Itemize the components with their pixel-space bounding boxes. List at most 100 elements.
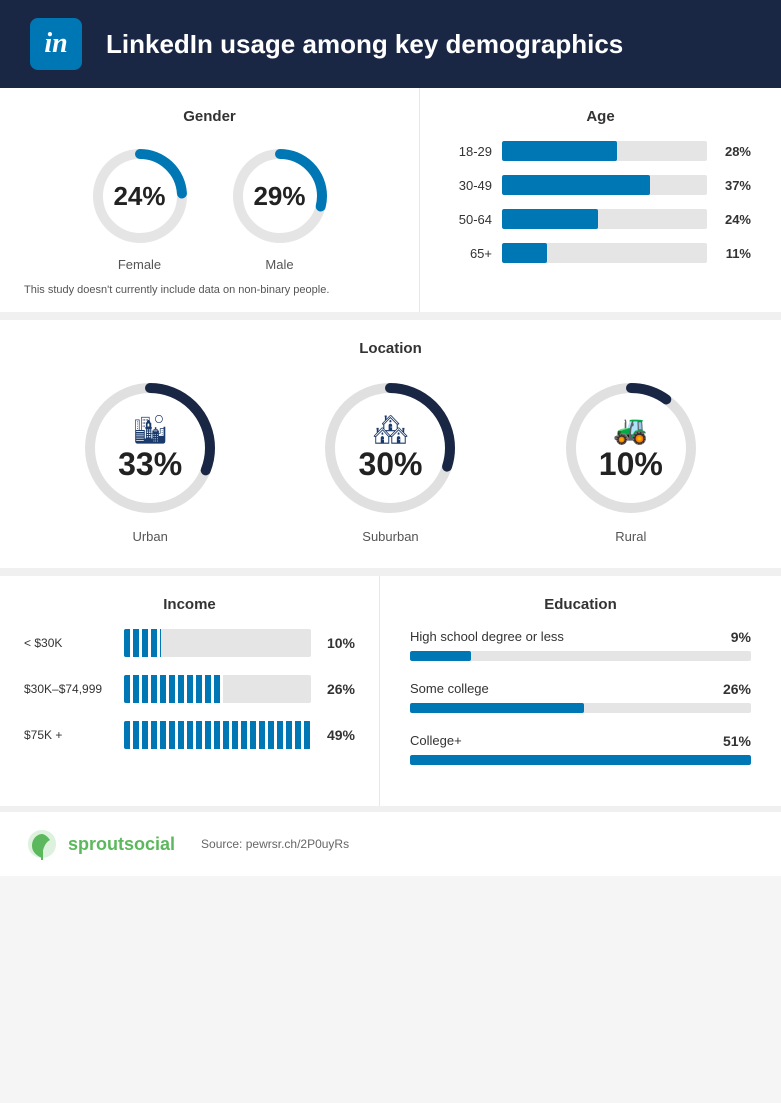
age-bars: 18-29 28% 30-49 37% 50-64 (450, 141, 751, 263)
income-row-75k: $75K + 49% (24, 721, 355, 749)
edu-header-college: Some college 26% (410, 681, 751, 697)
page-header: in LinkedIn usage among key demographics (0, 0, 781, 88)
page-title: LinkedIn usage among key demographics (106, 29, 623, 60)
income-label-75k: $75K + (24, 728, 114, 742)
location-title: Location (30, 340, 751, 357)
age-fill-3049 (502, 175, 650, 195)
age-track-3049 (502, 175, 707, 195)
sprout-logo: sproutsocial (24, 826, 175, 862)
male-donut: 29% (225, 141, 335, 251)
male-label: Male (265, 257, 293, 272)
edu-row-college: Some college 26% (410, 681, 751, 713)
page-footer: sproutsocial Source: pewrsr.ch/2P0uyRs (0, 806, 781, 876)
main-content: Gender 24% Female (0, 88, 781, 806)
edu-track-collegeplus (410, 755, 751, 765)
urban-pct: 33% (118, 448, 182, 480)
income-row-74k: $30K–$74,999 26% (24, 675, 355, 703)
sprout-brand-text: sproutsocial (68, 834, 175, 855)
edu-row-hs: High school degree or less 9% (410, 629, 751, 661)
income-fill-75k (124, 721, 311, 749)
edu-label-hs: High school degree or less (410, 629, 564, 645)
age-bar-row-5064: 50-64 24% (450, 209, 751, 229)
age-bar-row-3049: 30-49 37% (450, 175, 751, 195)
male-pct: 29% (253, 183, 305, 209)
edu-fill-collegeplus (410, 755, 751, 765)
education-panel: Education High school degree or less 9% … (380, 576, 781, 806)
source-citation: Source: pewrsr.ch/2P0uyRs (201, 837, 349, 851)
edu-pct-collegeplus: 51% (723, 733, 751, 749)
income-track-74k (124, 675, 311, 703)
age-title: Age (450, 108, 751, 125)
rural-inner: 🚜 10% (599, 416, 663, 480)
income-pct-30k: 10% (321, 635, 355, 651)
income-pct-75k: 49% (321, 727, 355, 743)
female-donut-item: 24% Female (85, 141, 195, 272)
female-pct: 24% (113, 183, 165, 209)
age-label-1829: 18-29 (450, 144, 492, 159)
female-donut: 24% (85, 141, 195, 251)
donut-row: 24% Female 29% (24, 141, 395, 272)
rural-label: Rural (615, 529, 646, 544)
female-donut-label: 24% (113, 183, 165, 209)
edu-pct-hs: 9% (731, 629, 751, 645)
gender-note: This study doesn't currently include dat… (24, 284, 395, 296)
age-track-5064 (502, 209, 707, 229)
edu-row-collegeplus: College+ 51% (410, 733, 751, 765)
sprout-green: sprout (68, 834, 124, 854)
income-fill-30k (124, 629, 161, 657)
gender-title: Gender (24, 108, 395, 125)
edu-fill-hs (410, 651, 471, 661)
edu-fill-college (410, 703, 584, 713)
suburban-inner: 🏘 30% (358, 416, 422, 480)
age-fill-65plus (502, 243, 547, 263)
location-section: Location 🏙 33% Urban (0, 320, 781, 576)
rural-icon: 🚜 (599, 416, 663, 444)
age-track-1829 (502, 141, 707, 161)
income-row-30k: < $30K 10% (24, 629, 355, 657)
suburban-icon: 🏘 (358, 416, 422, 444)
age-bar-row-65plus: 65+ 11% (450, 243, 751, 263)
male-donut-label: 29% (253, 183, 305, 209)
edu-pct-college: 26% (723, 681, 751, 697)
rural-pct: 10% (599, 448, 663, 480)
location-row: 🏙 33% Urban 🏘 30% (30, 373, 751, 544)
gender-age-section: Gender 24% Female (0, 88, 781, 320)
edu-header-collegeplus: College+ 51% (410, 733, 751, 749)
age-bar-row-1829: 18-29 28% (450, 141, 751, 161)
age-pct-3049: 37% (717, 178, 751, 193)
age-pct-65plus: 11% (717, 246, 751, 261)
income-panel: Income < $30K 10% $30K–$74,999 26% $75K … (0, 576, 380, 806)
income-label-30k: < $30K (24, 636, 114, 650)
urban-icon: 🏙 (118, 416, 182, 444)
location-rural: 🚜 10% Rural (556, 373, 706, 544)
income-pct-74k: 26% (321, 681, 355, 697)
linkedin-logo: in (30, 18, 82, 70)
edu-label-collegeplus: College+ (410, 733, 462, 749)
age-pct-5064: 24% (717, 212, 751, 227)
gender-panel: Gender 24% Female (0, 88, 420, 312)
location-urban: 🏙 33% Urban (75, 373, 225, 544)
urban-donut: 🏙 33% (75, 373, 225, 523)
age-fill-5064 (502, 209, 598, 229)
urban-label: Urban (132, 529, 167, 544)
edu-track-hs (410, 651, 751, 661)
age-fill-1829 (502, 141, 617, 161)
income-title: Income (24, 596, 355, 613)
suburban-donut: 🏘 30% (315, 373, 465, 523)
income-label-74k: $30K–$74,999 (24, 682, 114, 696)
age-panel: Age 18-29 28% 30-49 37% (420, 88, 781, 312)
age-pct-1829: 28% (717, 144, 751, 159)
male-donut-item: 29% Male (225, 141, 335, 272)
age-track-65plus (502, 243, 707, 263)
urban-inner: 🏙 33% (118, 416, 182, 480)
linkedin-logo-text: in (44, 28, 67, 60)
age-label-3049: 30-49 (450, 178, 492, 193)
sprout-dark: social (124, 834, 175, 854)
income-track-30k (124, 629, 311, 657)
edu-header-hs: High school degree or less 9% (410, 629, 751, 645)
age-label-5064: 50-64 (450, 212, 492, 227)
suburban-label: Suburban (362, 529, 418, 544)
income-edu-section: Income < $30K 10% $30K–$74,999 26% $75K … (0, 576, 781, 806)
location-suburban: 🏘 30% Suburban (315, 373, 465, 544)
income-track-75k (124, 721, 311, 749)
